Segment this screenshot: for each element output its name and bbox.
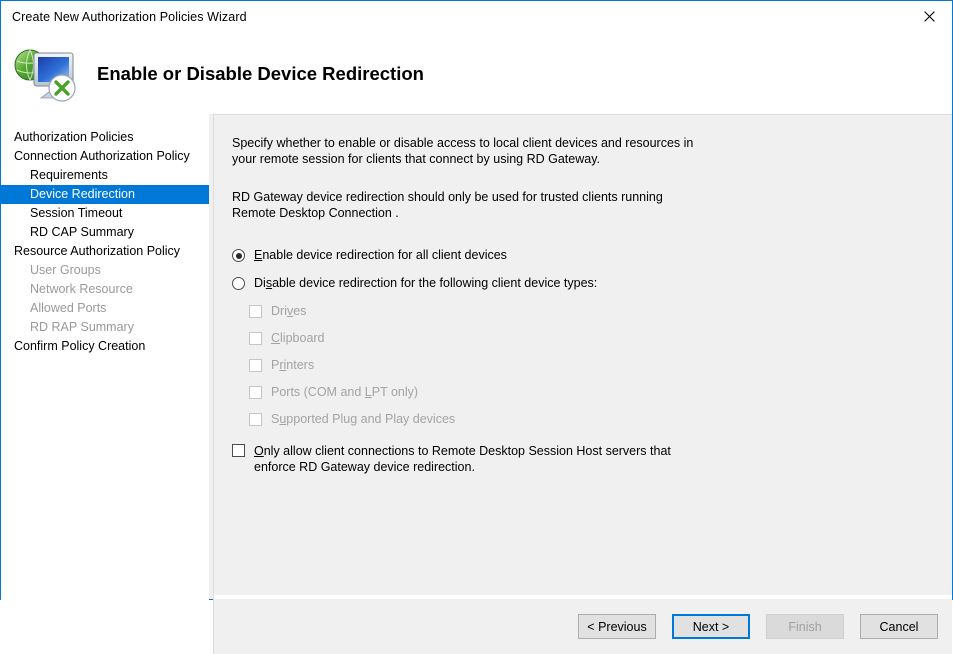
radio-indicator-disable[interactable]	[232, 277, 245, 290]
sidebar-item-allowed-ports: Allowed Ports	[1, 299, 209, 318]
checkbox-plug-and-play-label: Supported Plug and Play devices	[271, 412, 455, 427]
checkbox-indicator-ports	[249, 386, 262, 399]
sidebar-item-session-timeout[interactable]: Session Timeout	[1, 204, 209, 223]
checkbox-printers: Printers	[249, 358, 932, 373]
checkbox-drives-label: Drives	[271, 304, 306, 319]
content-panel: Specify whether to enable or disable acc…	[213, 114, 952, 599]
sidebar-footer-filler	[1, 599, 209, 654]
checkbox-indicator-clipboard	[249, 332, 262, 345]
finish-button: Finish	[766, 614, 844, 639]
next-button[interactable]: Next >	[672, 614, 750, 639]
checkbox-indicator-printers	[249, 359, 262, 372]
checkbox-indicator-plug-and-play	[249, 413, 262, 426]
sidebar-item-rd-cap-summary[interactable]: RD CAP Summary	[1, 223, 209, 242]
radio-disable-selected-devices[interactable]: Disable device redirection for the follo…	[232, 276, 932, 291]
intro-paragraph-1: Specify whether to enable or disable acc…	[232, 135, 694, 167]
intro-paragraph-2: RD Gateway device redirection should onl…	[232, 189, 694, 221]
radio-enable-label: Enable device redirection for all client…	[254, 248, 507, 263]
device-type-checkbox-group: Drives Clipboard Printers Ports (COM and…	[249, 304, 932, 427]
sidebar-item-network-resource: Network Resource	[1, 280, 209, 299]
footer-row: < Previous Next > Finish Cancel	[1, 599, 952, 654]
page-title: Enable or Disable Device Redirection	[97, 63, 424, 85]
radio-disable-label: Disable device redirection for the follo…	[254, 276, 597, 291]
close-icon[interactable]	[906, 1, 952, 32]
checkbox-indicator-drives	[249, 305, 262, 318]
sidebar-item-connection-authorization-policy[interactable]: Connection Authorization Policy	[1, 147, 209, 166]
radio-enable-all-devices[interactable]: Enable device redirection for all client…	[232, 248, 932, 263]
checkbox-only-allow-label: Only allow client connections to Remote …	[254, 443, 686, 475]
checkbox-ports: Ports (COM and LPT only)	[249, 385, 932, 400]
radio-indicator-enable[interactable]	[232, 249, 245, 262]
checkbox-clipboard-label: Clipboard	[271, 331, 325, 346]
sidebar-item-user-groups: User Groups	[1, 261, 209, 280]
checkbox-printers-label: Printers	[271, 358, 314, 373]
wizard-footer: < Previous Next > Finish Cancel	[213, 599, 952, 654]
title-bar: Create New Authorization Policies Wizard	[1, 1, 952, 33]
checkbox-plug-and-play: Supported Plug and Play devices	[249, 412, 932, 427]
previous-button[interactable]: < Previous	[578, 614, 656, 639]
wizard-step-sidebar: Authorization Policies Connection Author…	[1, 114, 209, 599]
wizard-body: Authorization Policies Connection Author…	[1, 114, 952, 599]
rd-gateway-icon	[13, 43, 81, 105]
sidebar-item-requirements[interactable]: Requirements	[1, 166, 209, 185]
checkbox-drives: Drives	[249, 304, 932, 319]
sidebar-item-confirm-policy-creation[interactable]: Confirm Policy Creation	[1, 337, 209, 356]
cancel-button[interactable]: Cancel	[860, 614, 938, 639]
content-wrap: Specify whether to enable or disable acc…	[209, 114, 952, 599]
checkbox-ports-label: Ports (COM and LPT only)	[271, 385, 418, 400]
sidebar-item-device-redirection[interactable]: Device Redirection	[1, 185, 209, 204]
window-title: Create New Authorization Policies Wizard	[1, 10, 247, 24]
wizard-header: Enable or Disable Device Redirection	[1, 33, 952, 114]
sidebar-item-resource-authorization-policy[interactable]: Resource Authorization Policy	[1, 242, 209, 261]
sidebar-item-rd-rap-summary: RD RAP Summary	[1, 318, 209, 337]
sidebar-item-authorization-policies[interactable]: Authorization Policies	[1, 128, 209, 147]
checkbox-only-allow-enforcing-hosts[interactable]: Only allow client connections to Remote …	[232, 443, 932, 475]
checkbox-clipboard: Clipboard	[249, 331, 932, 346]
wizard-window: Create New Authorization Policies Wizard	[0, 0, 953, 600]
checkbox-indicator-only-allow[interactable]	[232, 444, 245, 457]
